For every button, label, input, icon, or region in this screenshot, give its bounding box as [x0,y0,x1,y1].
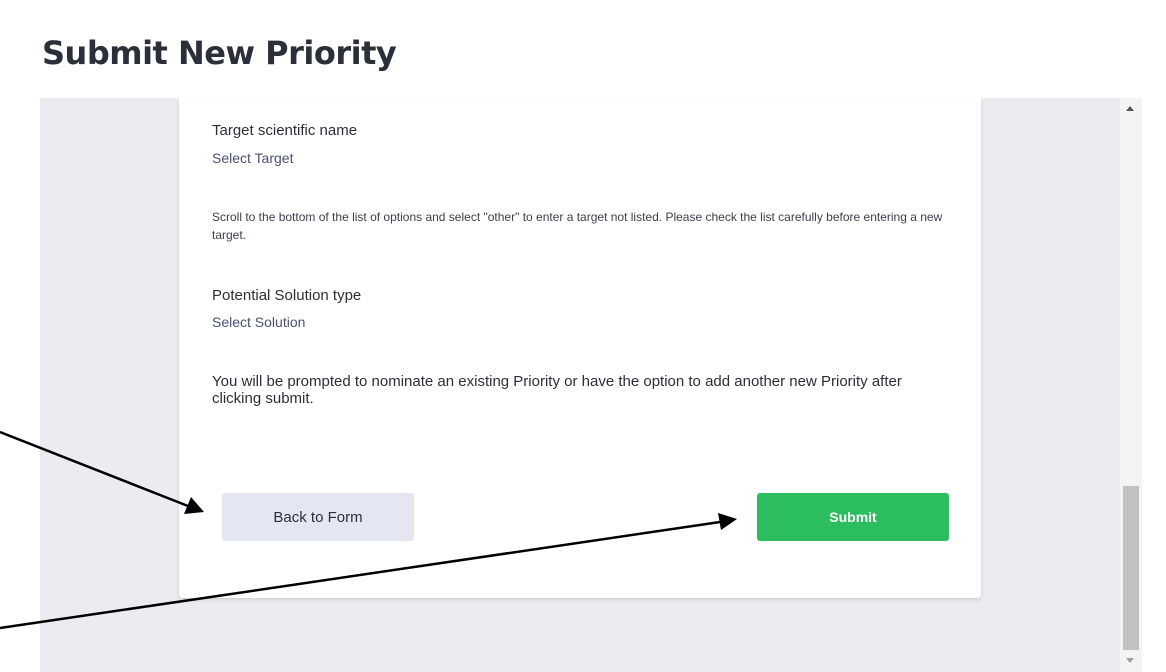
chevron-up-icon[interactable] [1126,106,1134,111]
submit-prompt-text: You will be prompted to nominate an exis… [212,373,902,407]
solution-select[interactable]: Select Solution [212,314,305,330]
vertical-scrollbar[interactable] [1120,98,1142,672]
chevron-down-icon[interactable] [1126,658,1134,663]
submit-button[interactable]: Submit [757,493,949,541]
form-card: Target scientific name Select Target Scr… [179,98,981,598]
target-select[interactable]: Select Target [212,150,293,166]
page-title: Submit New Priority [42,34,397,72]
target-help-text: Scroll to the bottom of the list of opti… [212,210,943,242]
back-to-form-button[interactable]: Back to Form [222,493,414,541]
solution-type-label: Potential Solution type [212,287,362,304]
scrollbar-thumb[interactable] [1123,486,1139,650]
page: Submit New Priority Target scientific na… [0,0,1166,672]
target-scientific-name-label: Target scientific name [212,122,358,139]
